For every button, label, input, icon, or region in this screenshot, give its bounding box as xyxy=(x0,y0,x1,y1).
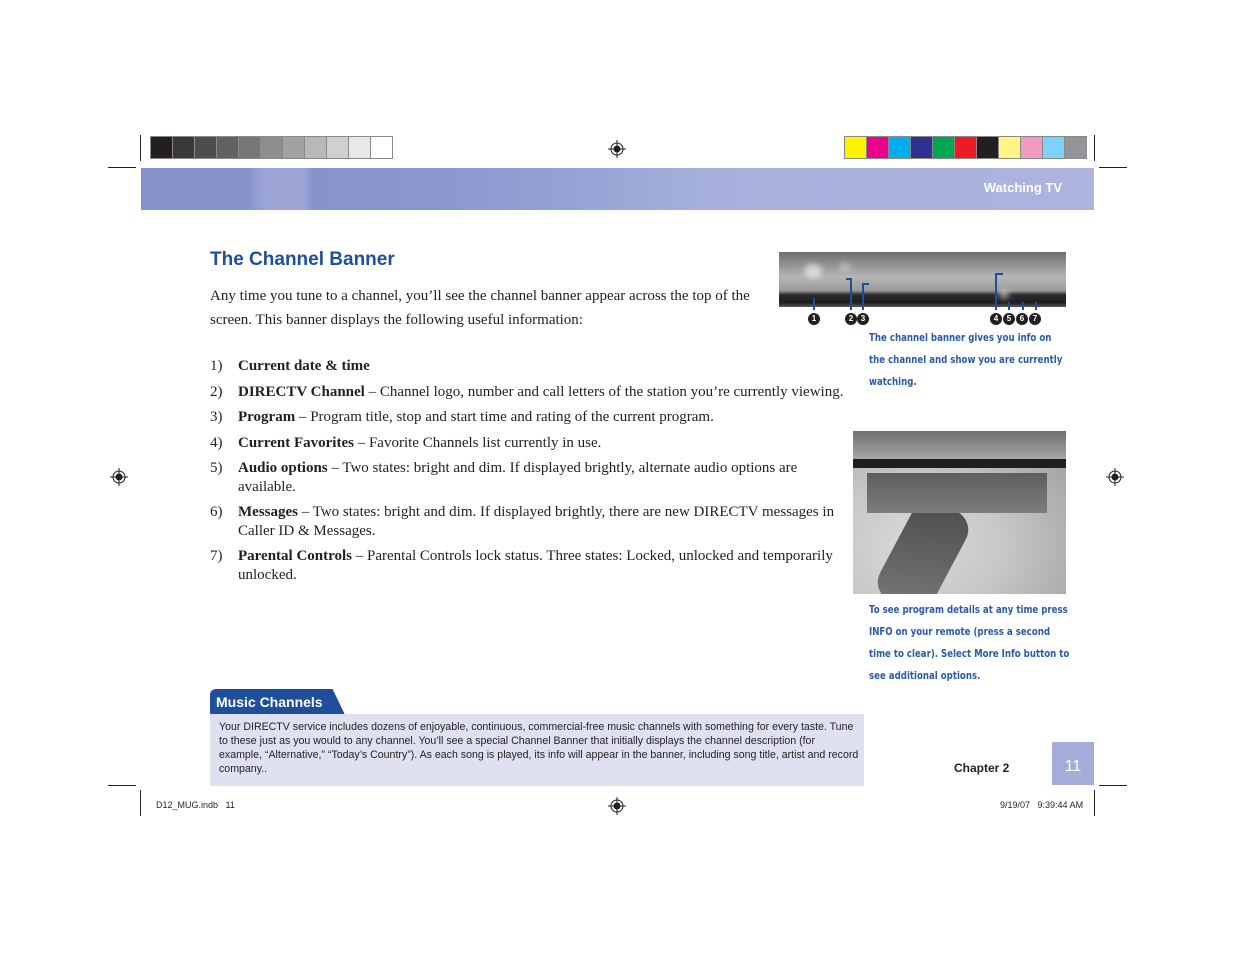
crop-mark xyxy=(108,785,136,786)
list-item: 3) Program – Program title, stop and star… xyxy=(210,408,850,427)
list-item: 6) Messages – Two states: bright and dim.… xyxy=(210,503,850,540)
info-screen-screenshot xyxy=(853,431,1066,594)
grayscale-color-bar xyxy=(150,136,393,159)
item-number: 2) xyxy=(210,383,223,400)
list-item: 5) Audio options – Two states: bright and… xyxy=(210,459,850,496)
color-swatch xyxy=(933,137,955,158)
color-swatch xyxy=(239,137,261,158)
crop-mark xyxy=(140,790,141,816)
info-figure-caption: To see program details at any time press… xyxy=(869,604,1070,682)
registration-mark-icon xyxy=(110,468,128,486)
item-number: 1) xyxy=(210,358,223,374)
crop-mark xyxy=(140,135,141,161)
item-term: Messages xyxy=(238,504,298,520)
color-swatch xyxy=(151,137,173,158)
color-swatch xyxy=(217,137,239,158)
color-swatch xyxy=(889,137,911,158)
color-swatch xyxy=(1021,137,1043,158)
registration-mark-icon xyxy=(1106,468,1124,486)
callout-line xyxy=(850,278,852,310)
item-term: Audio options xyxy=(238,460,328,476)
color-swatch xyxy=(955,137,977,158)
callout-number-badge: 3 xyxy=(857,313,869,325)
item-description: – Channel logo, number and call letters … xyxy=(364,383,844,400)
crop-mark xyxy=(1094,790,1095,816)
music-channels-box: Your DIRECTV service includes dozens of … xyxy=(210,714,864,786)
list-item: 2) DIRECTV Channel – Channel logo, number… xyxy=(210,383,850,402)
channel-banner-screenshot xyxy=(779,252,1066,307)
page-title: The Channel Banner xyxy=(210,249,395,270)
process-color-bar xyxy=(844,136,1087,159)
color-swatch xyxy=(327,137,349,158)
intro-paragraph: Any time you tune to a channel, you’ll s… xyxy=(210,288,750,328)
callout-number-badge: 4 xyxy=(990,313,1002,325)
callout-number-badge: 1 xyxy=(808,313,820,325)
crop-mark xyxy=(1099,785,1127,786)
registration-mark-icon xyxy=(608,797,626,815)
color-swatch xyxy=(349,137,371,158)
item-term: Current Favorites xyxy=(238,434,354,451)
callout-line xyxy=(1022,302,1024,310)
section-header-band: Watching TV xyxy=(141,168,1094,210)
item-number: 6) xyxy=(210,504,223,520)
item-term: Program xyxy=(238,409,296,425)
file-slug: D12_MUG.indb 11 xyxy=(156,800,235,810)
callout-number-badge: 6 xyxy=(1016,313,1028,325)
callout-number-badge: 2 xyxy=(845,313,857,325)
item-number: 3) xyxy=(210,409,223,425)
item-term: Current date & time xyxy=(238,358,370,374)
color-swatch xyxy=(867,137,889,158)
color-swatch xyxy=(305,137,327,158)
crop-mark xyxy=(1094,135,1095,161)
music-channels-tab: Music Channels xyxy=(210,689,345,714)
list-item: 1) Current date & time xyxy=(210,357,850,376)
callout-line xyxy=(862,283,864,310)
registration-mark-icon xyxy=(608,140,626,158)
item-description: – Two states: bright and dim. If display… xyxy=(238,504,835,539)
callout-line xyxy=(813,298,815,310)
color-swatch xyxy=(1065,137,1086,158)
callout-line xyxy=(995,273,997,310)
item-term: DIRECTV Channel xyxy=(238,383,365,400)
crop-mark xyxy=(1099,167,1127,168)
color-swatch xyxy=(283,137,305,158)
callout-number-badge: 7 xyxy=(1029,313,1041,325)
banner-figure-caption: The channel banner gives you info on the… xyxy=(869,332,1063,388)
music-channels-text: Your DIRECTV service includes dozens of … xyxy=(219,721,859,775)
item-number: 5) xyxy=(210,460,223,476)
item-term: Parental Controls xyxy=(238,548,353,564)
callout-line xyxy=(846,278,852,280)
list-item: 7) Parental Controls – Parental Controls … xyxy=(210,547,850,584)
callout-line xyxy=(862,283,869,285)
item-description: – Favorite Channels list currently in us… xyxy=(353,434,602,451)
color-swatch xyxy=(977,137,999,158)
feature-list: 1) Current date & time 2) DIRECTV Channel … xyxy=(210,357,850,591)
crop-mark xyxy=(108,167,136,168)
callout-number-badge: 5 xyxy=(1003,313,1015,325)
item-number: 4) xyxy=(210,434,223,451)
chapter-label: Chapter 2 xyxy=(954,761,1010,775)
callout-line xyxy=(995,273,1003,275)
color-swatch xyxy=(999,137,1021,158)
color-swatch xyxy=(845,137,867,158)
color-swatch xyxy=(371,137,392,158)
section-title: Watching TV xyxy=(983,180,1062,195)
color-swatch xyxy=(1043,137,1065,158)
item-description: – Program title, stop and start time and… xyxy=(295,409,714,425)
date-slug: 9/19/07 9:39:44 AM xyxy=(1000,800,1084,810)
page-number: 11 xyxy=(1052,742,1094,785)
callout-line xyxy=(1035,302,1037,310)
callout-line xyxy=(1008,302,1010,310)
color-swatch xyxy=(911,137,933,158)
list-item: 4) Current Favorites – Favorite Channels … xyxy=(210,434,850,453)
color-swatch xyxy=(261,137,283,158)
color-swatch xyxy=(195,137,217,158)
color-swatch xyxy=(173,137,195,158)
item-number: 7) xyxy=(210,548,223,564)
